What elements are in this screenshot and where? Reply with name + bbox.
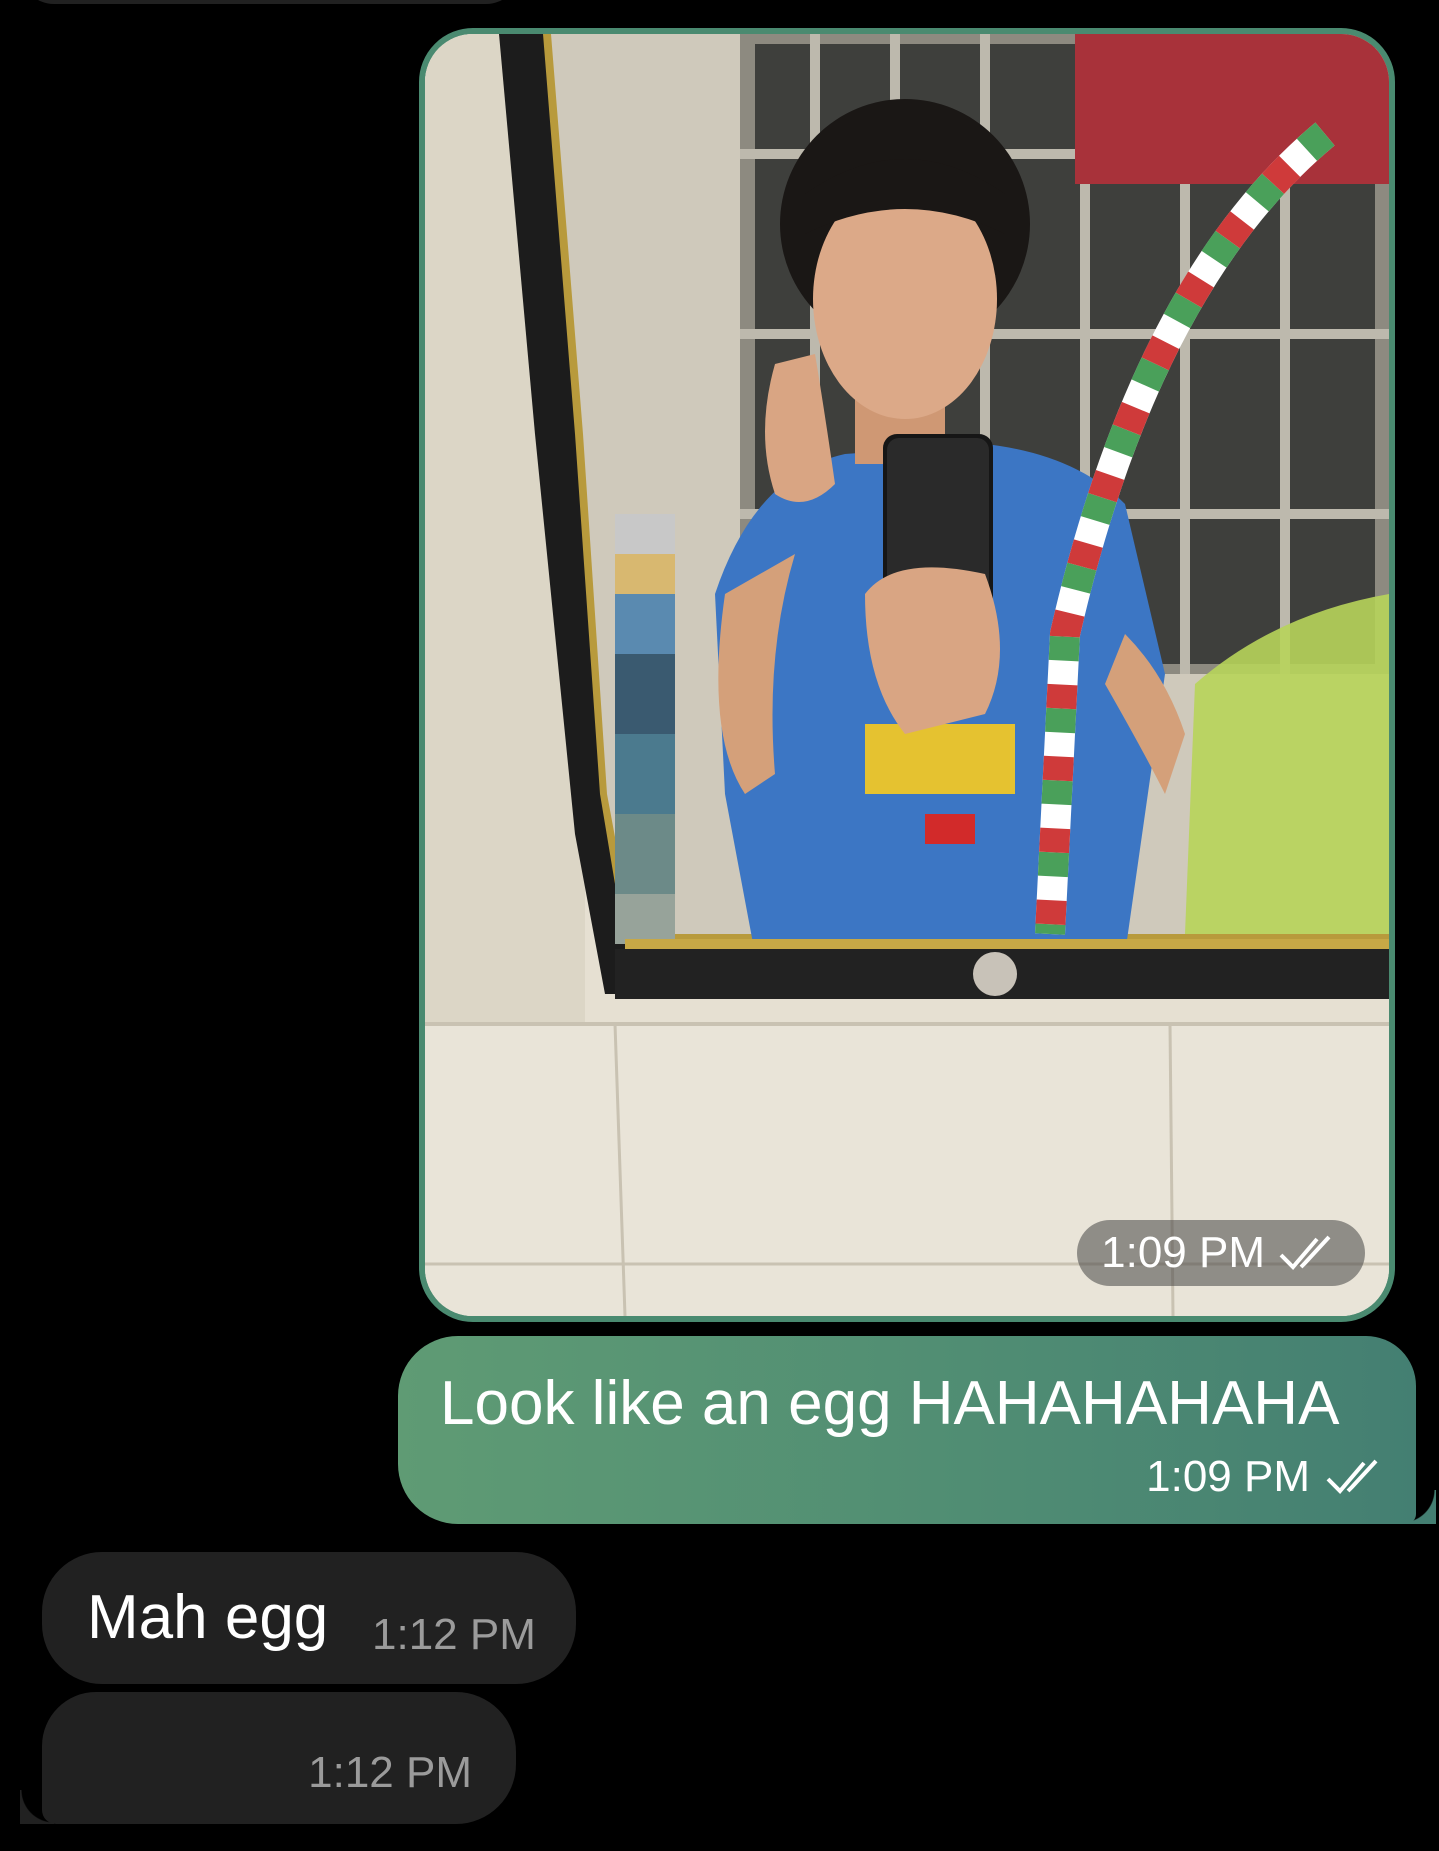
double-check-icon xyxy=(1324,1457,1390,1497)
message-time: 1:12 PM xyxy=(308,1748,472,1797)
photo-time-label: 1:09 PM xyxy=(1101,1228,1265,1277)
photo-message-bubble[interactable]: 1:09 PM xyxy=(419,28,1395,1322)
selfie-photo[interactable] xyxy=(425,34,1389,1316)
previous-message-bubble-edge xyxy=(20,0,520,4)
double-check-icon xyxy=(1277,1233,1343,1273)
message-text: Mah egg xyxy=(87,1583,329,1652)
incoming-text-bubble[interactable]: Mah egg 1:12 PM xyxy=(42,1552,576,1684)
message-time: 1:09 PM xyxy=(1146,1452,1310,1501)
message-text: Look like an egg HAHAHAHAHA xyxy=(440,1369,1340,1438)
photo-timestamp: 1:09 PM xyxy=(1077,1220,1365,1286)
message-time: 1:12 PM xyxy=(372,1610,536,1659)
outgoing-text-bubble[interactable]: Look like an egg HAHAHAHAHA 1:09 PM xyxy=(398,1336,1436,1524)
incoming-text-bubble[interactable]: 1:12 PM xyxy=(42,1692,516,1824)
message-meta: 1:09 PM xyxy=(1146,1452,1390,1502)
